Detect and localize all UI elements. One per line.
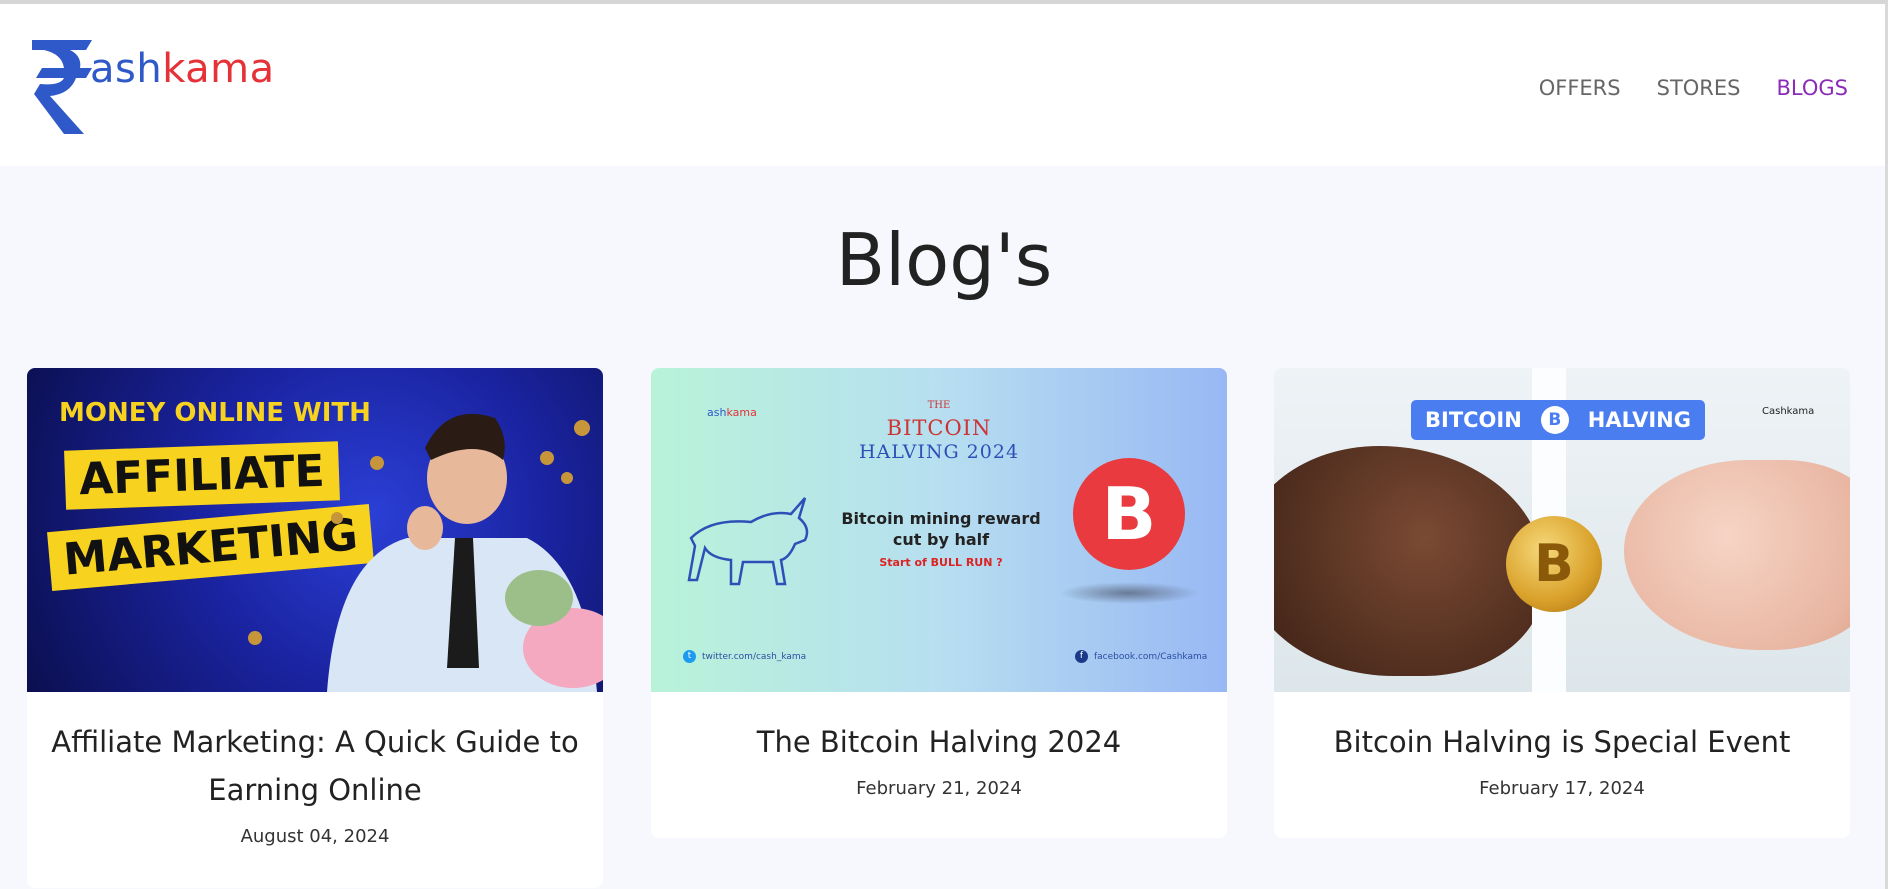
main-nav: OFFERS STORES BLOGS [1539, 76, 1848, 100]
blog-card-2-title[interactable]: The Bitcoin Halving 2024 [675, 718, 1203, 766]
thumb-twitter: t twitter.com/cash_kama [683, 650, 806, 663]
thumb-title: BITCOIN [886, 416, 992, 440]
blog-card-2-thumbnail[interactable]: ashkama THE BITCOIN HALVING 2024 Bitcoin… [651, 368, 1227, 692]
thumb-the: THE [927, 400, 951, 411]
blog-card-1-thumbnail[interactable]: MONEY ONLINE WITH AFFILIATE MARKETING [27, 368, 603, 692]
fist-illustration [1274, 446, 1544, 676]
bull-icon [687, 497, 809, 586]
thumb-reward: Bitcoin mining reward cut by half [841, 509, 1041, 549]
blog-card-3-title[interactable]: Bitcoin Halving is Special Event [1298, 718, 1826, 766]
facebook-icon: f [1075, 650, 1088, 663]
logo-text-red: kama [162, 46, 275, 92]
nav-blogs[interactable]: BLOGS [1777, 76, 1849, 100]
twitter-icon: t [683, 650, 696, 663]
site-header: ashkama OFFERS STORES BLOGS [0, 4, 1886, 166]
gold-bitcoin-icon: B [1506, 516, 1602, 612]
nav-offers[interactable]: OFFERS [1539, 76, 1621, 100]
blog-card-3-thumbnail[interactable]: B BITCOIN B HALVING Cashkama [1274, 368, 1850, 692]
thumb-facebook: f facebook.com/Cashkama [1075, 650, 1207, 663]
thumb-bull-run: Start of BULL RUN ? [879, 556, 1003, 569]
blog-card-1-date: August 04, 2024 [240, 826, 390, 847]
blog-card-3-date: February 17, 2024 [1479, 778, 1645, 799]
cashkama-logo[interactable]: ashkama [30, 38, 274, 138]
bitcoin-coin-icon: B [1073, 458, 1185, 570]
hand-illustration [1624, 460, 1850, 650]
blog-card-1[interactable]: MONEY ONLINE WITH AFFILIATE MARKETING Af… [27, 368, 603, 888]
blog-card-3[interactable]: B BITCOIN B HALVING Cashkama Bitcoin Hal… [1274, 368, 1850, 838]
coin-shadow [1059, 582, 1199, 604]
nav-stores[interactable]: STORES [1657, 76, 1741, 100]
thumb-banner: BITCOIN B HALVING [1411, 400, 1705, 440]
banner-right: HALVING [1587, 408, 1691, 432]
blog-card-2[interactable]: ashkama THE BITCOIN HALVING 2024 Bitcoin… [651, 368, 1227, 838]
logo-wordmark: ashkama [90, 46, 275, 92]
blog-card-1-title[interactable]: Affiliate Marketing: A Quick Guide to Ea… [51, 718, 579, 814]
banner-left: BITCOIN [1425, 408, 1522, 432]
bitcoin-icon: B [1540, 406, 1569, 434]
man-illustration-icon [248, 413, 603, 692]
logo-text-blue: ash [90, 46, 163, 92]
page-title: Blog's [835, 218, 1053, 302]
blog-card-2-date: February 21, 2024 [856, 778, 1022, 799]
thumb-mini-logo: Cashkama [1762, 406, 1815, 417]
